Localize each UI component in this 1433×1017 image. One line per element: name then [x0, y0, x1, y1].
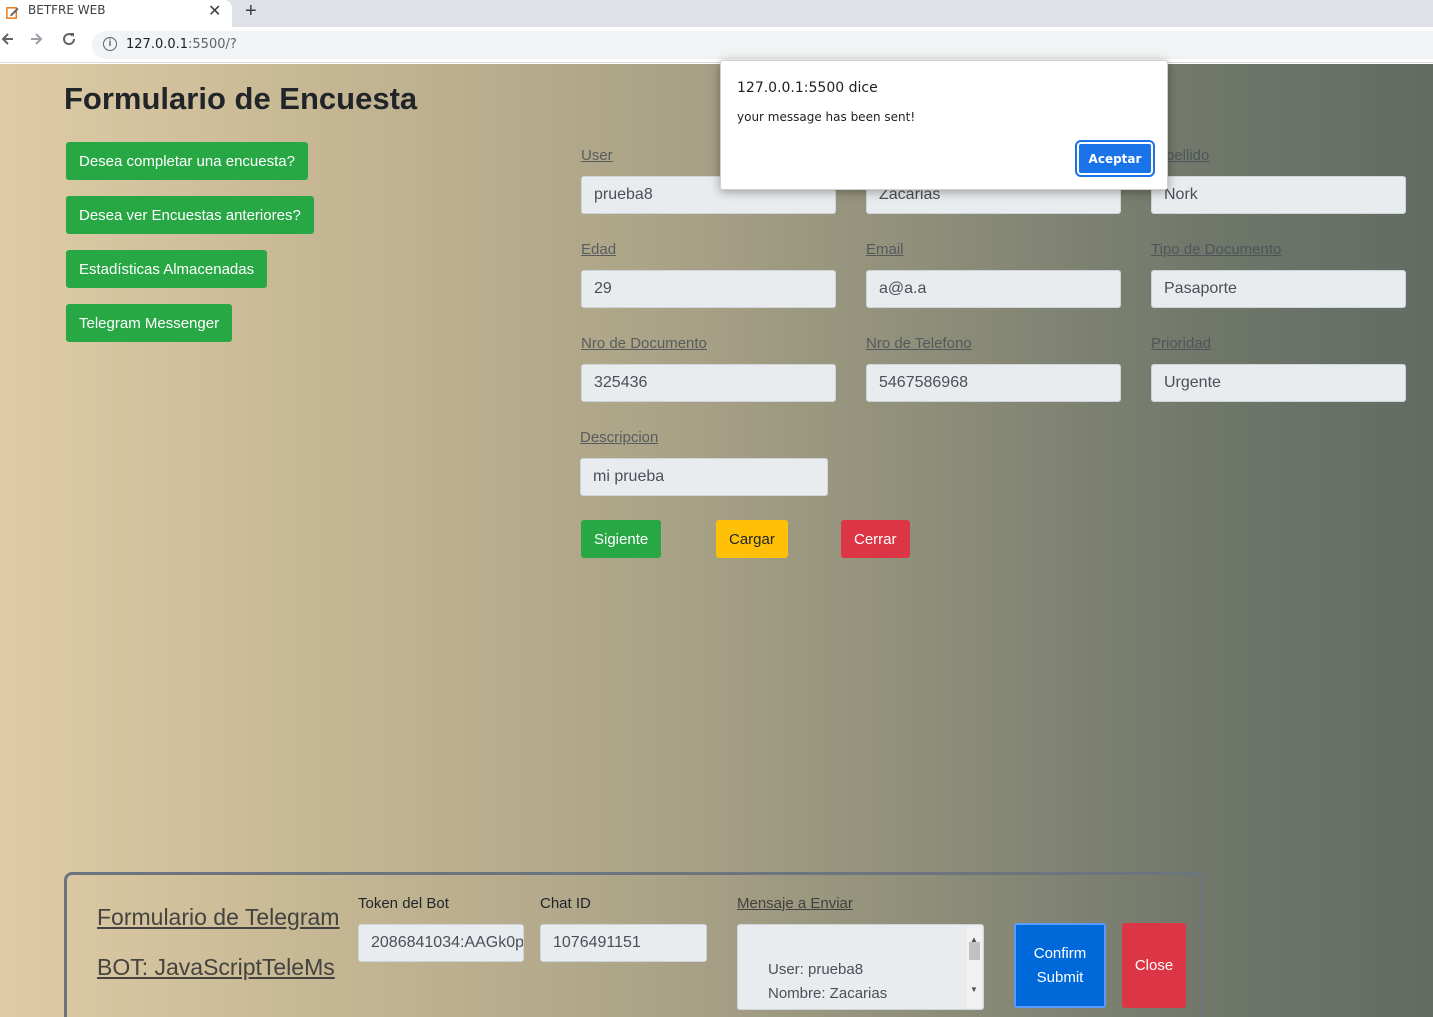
info-icon[interactable]: i — [103, 37, 117, 51]
stats-button[interactable]: Estadísticas Almacenadas — [66, 250, 268, 288]
descripcion-input[interactable]: mi prueba — [580, 458, 828, 496]
scroll-thumb[interactable] — [969, 942, 980, 960]
siguiente-button[interactable]: Sigiente — [581, 520, 662, 558]
accept-button[interactable]: Aceptar — [1075, 140, 1155, 177]
url-text: 127.0.0.1:5500/? — [126, 37, 237, 52]
token-label: Token del Bot — [358, 895, 449, 912]
back-icon[interactable] — [0, 31, 14, 52]
complete-survey-button[interactable]: Desea completar una encuesta? — [66, 142, 308, 180]
chat-id-input[interactable]: 1076491151 — [540, 924, 707, 962]
edad-input[interactable]: 29 — [581, 270, 836, 308]
page-body: Formulario de Encuesta Desea completar u… — [0, 64, 1433, 1017]
token-input[interactable]: 2086841034:AAGk0p — [358, 924, 524, 962]
browser-tab[interactable]: BETFRE WEB ✕ — [0, 0, 232, 27]
apellido-input[interactable]: Nork — [1151, 176, 1406, 214]
telegram-messenger-button[interactable]: Telegram Messenger — [66, 304, 233, 342]
dialog-title: 127.0.0.1:5500 dice — [737, 80, 878, 96]
user-label: User — [581, 147, 613, 164]
tab-close-icon[interactable]: ✕ — [208, 1, 221, 21]
tab-title: BETFRE WEB — [28, 3, 106, 17]
forward-icon[interactable] — [29, 31, 45, 52]
cerrar-button[interactable]: Cerrar — [841, 520, 910, 558]
url-path: :5500/? — [188, 37, 237, 52]
mensaje-line-user: User: prueba8 — [768, 961, 864, 978]
page-title: Formulario de Encuesta — [64, 81, 418, 116]
nro-documento-label: Nro de Documento — [581, 335, 707, 352]
prioridad-label: Prioridad — [1151, 335, 1212, 352]
address-bar: i 127.0.0.1:5500/? — [0, 27, 1433, 63]
confirm-submit-button[interactable]: Confirm Submit — [1014, 923, 1106, 1008]
confirm-label: Confirm — [1033, 944, 1087, 962]
email-label: Email — [866, 241, 904, 258]
mensaje-line-nombre: Nombre: Zacarias — [768, 985, 888, 1002]
tab-strip: BETFRE WEB ✕ + — [0, 0, 1433, 27]
mensaje-textarea[interactable]: User: prueba8 Nombre: Zacarias ▲ ▼ — [737, 924, 984, 1010]
alert-dialog: 127.0.0.1:5500 dice your message has bee… — [720, 60, 1168, 190]
apellido-label: pellido — [1166, 147, 1210, 164]
url-host: 127.0.0.1 — [126, 37, 189, 52]
telefono-label: Nro de Telefono — [866, 335, 972, 352]
edad-label: Edad — [581, 241, 617, 258]
reload-icon[interactable] — [61, 31, 77, 52]
mensaje-label: Mensaje a Enviar — [737, 895, 853, 912]
submit-label: Submit — [1036, 968, 1084, 986]
bot-name-link[interactable]: BOT: JavaScriptTeleMs — [97, 954, 335, 981]
tipo-documento-label: Tipo de Documento — [1151, 241, 1282, 258]
edit-favicon-icon — [6, 7, 19, 19]
chat-id-label: Chat ID — [540, 895, 591, 912]
close-telegram-button[interactable]: Close — [1122, 923, 1186, 1008]
tipo-documento-input[interactable]: Pasaporte — [1151, 270, 1406, 308]
url-field[interactable]: i 127.0.0.1:5500/? — [92, 31, 1433, 59]
telegram-form-title[interactable]: Formulario de Telegram — [97, 904, 339, 931]
textarea-scrollbar[interactable]: ▲ ▼ — [967, 926, 982, 1008]
descripcion-label: Descripcion — [580, 429, 659, 446]
prioridad-input[interactable]: Urgente — [1151, 364, 1406, 402]
nro-documento-input[interactable]: 325436 — [581, 364, 836, 402]
dialog-message: your message has been sent! — [737, 110, 916, 124]
telefono-input[interactable]: 5467586968 — [866, 364, 1121, 402]
scroll-down-icon[interactable]: ▼ — [970, 978, 978, 1002]
view-surveys-button[interactable]: Desea ver Encuestas anteriores? — [66, 196, 314, 234]
email-input[interactable]: a@a.a — [866, 270, 1121, 308]
new-tab-icon[interactable]: + — [245, 0, 257, 23]
cargar-button[interactable]: Cargar — [716, 520, 788, 558]
